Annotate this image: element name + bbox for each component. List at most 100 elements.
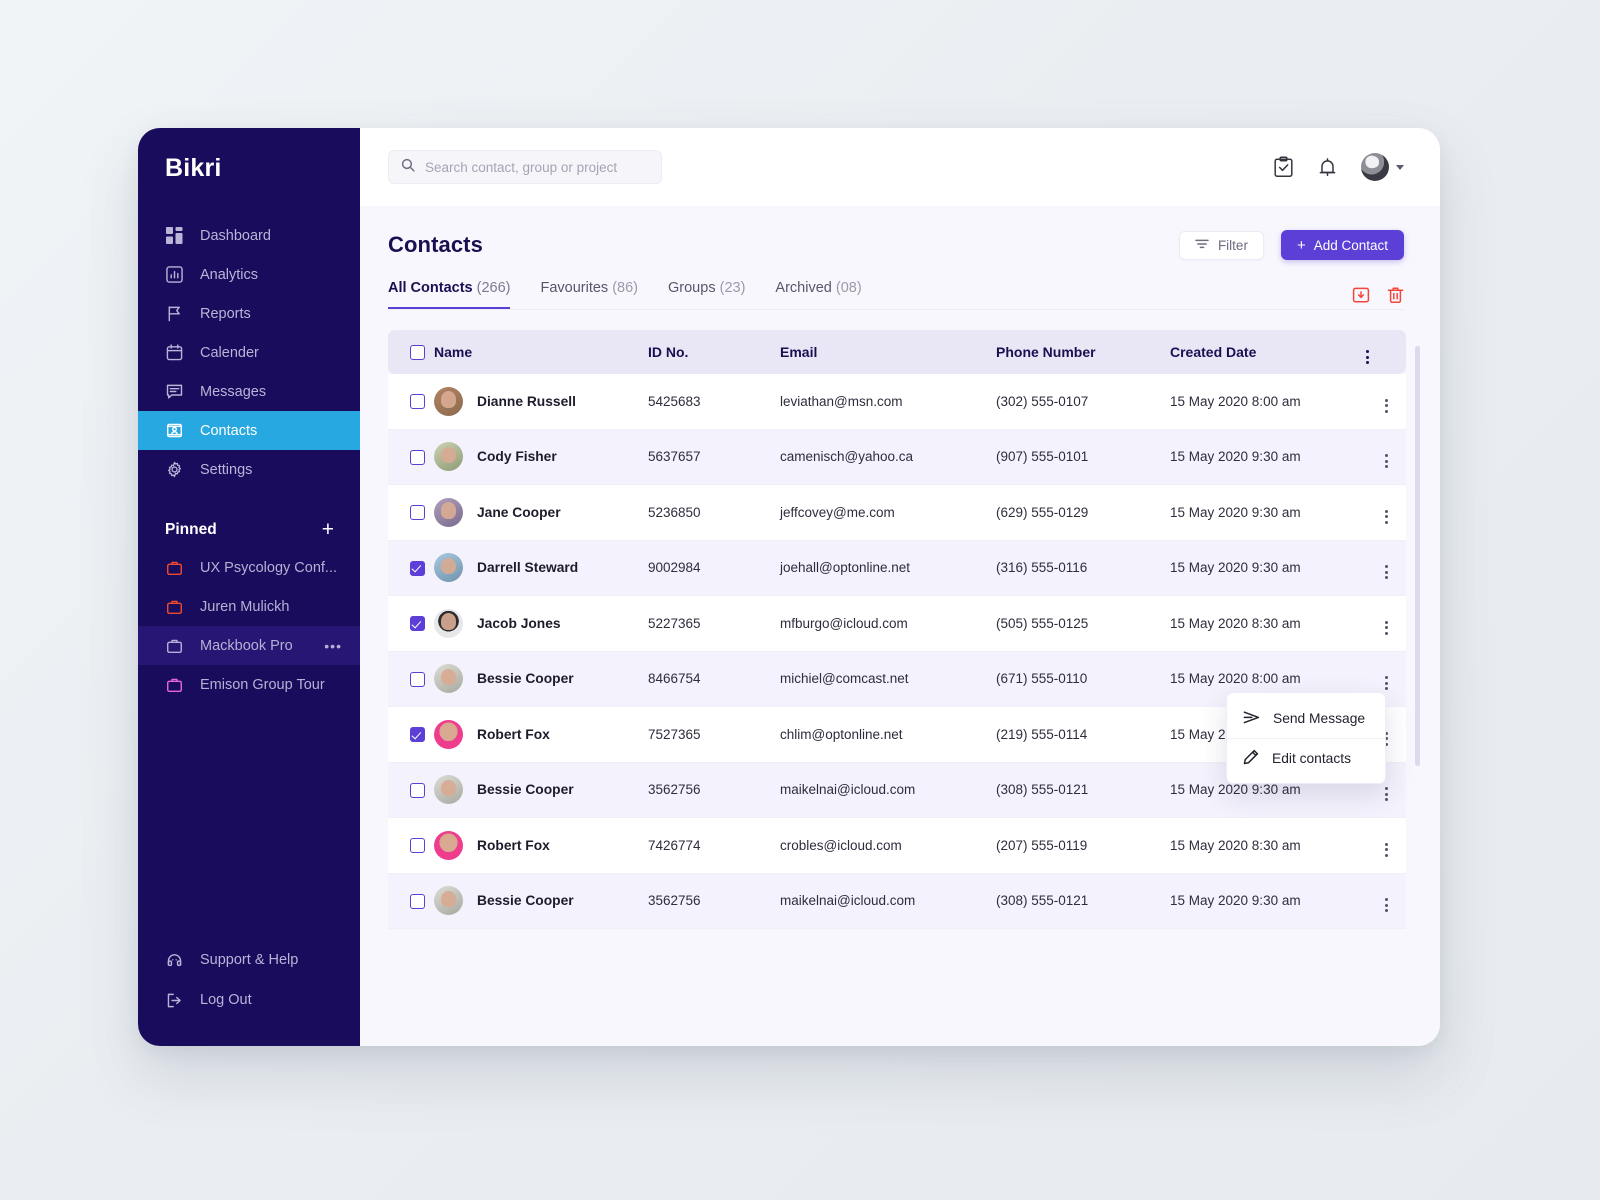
row-checkbox[interactable]: [410, 394, 425, 410]
pinned-item-label: Juren Mulickh: [200, 598, 290, 615]
add-contact-button[interactable]: + Add Contact: [1280, 230, 1404, 260]
cell-id: 3562756: [648, 873, 780, 929]
sidebar-item-label: Messages: [200, 383, 267, 400]
contact-name: Bessie Cooper: [477, 671, 574, 687]
cell-name: Darrell Steward: [434, 540, 648, 596]
table-row[interactable]: Jacob Jones 5227365 mfburgo@icloud.com (…: [388, 596, 1406, 652]
avatar: [434, 386, 463, 416]
contact-name: Bessie Cooper: [477, 893, 574, 909]
sidebar-item-log-out[interactable]: Log Out: [138, 980, 360, 1020]
row-checkbox[interactable]: [410, 449, 425, 465]
sidebar-item-settings[interactable]: Settings: [138, 450, 360, 489]
column-header-id[interactable]: ID No.: [648, 330, 780, 374]
table-row[interactable]: Darrell Steward 9002984 joehall@optonlin…: [388, 540, 1406, 596]
column-header-email[interactable]: Email: [780, 330, 996, 374]
table-row[interactable]: Cody Fisher 5637657 camenisch@yahoo.ca (…: [388, 429, 1406, 485]
table-header-row: Name ID No. Email Phone Number Created D…: [388, 330, 1406, 374]
row-options-icon[interactable]: [1384, 620, 1388, 635]
row-checkbox[interactable]: [410, 838, 425, 854]
pinned-item-juren-mulickh[interactable]: Juren Mulickh: [138, 587, 360, 626]
cell-name: Cody Fisher: [434, 429, 648, 485]
user-menu[interactable]: [1361, 153, 1404, 181]
vertical-scrollbar[interactable]: [1415, 346, 1420, 766]
table-row[interactable]: Dianne Russell 5425683 leviathan@msn.com…: [388, 374, 1406, 430]
row-checkbox[interactable]: [410, 560, 425, 576]
contacts-table: Name ID No. Email Phone Number Created D…: [388, 330, 1406, 929]
cell-id: 5236850: [648, 485, 780, 541]
tasks-clipboard-icon[interactable]: [1273, 156, 1294, 178]
cell-email: mfburgo@icloud.com: [780, 596, 996, 652]
tab-all-contacts[interactable]: All Contacts (266): [388, 280, 511, 310]
avatar: [434, 775, 463, 805]
archive-download-icon[interactable]: [1352, 286, 1370, 304]
row-options-icon[interactable]: [1384, 676, 1388, 691]
tab-archived[interactable]: Archived (08): [775, 280, 861, 310]
context-menu-item-edit-contacts[interactable]: Edit contacts: [1227, 738, 1385, 777]
sidebar-item-calender[interactable]: Calender: [138, 333, 360, 372]
cell-date: 15 May 2020 8:00 am: [1170, 374, 1366, 430]
bell-icon[interactable]: [1318, 157, 1337, 178]
cell-id: 3562756: [648, 762, 780, 818]
table-row[interactable]: Bessie Cooper 3562756 maikelnai@icloud.c…: [388, 873, 1406, 929]
pinned-item-emison-group-tour[interactable]: Emison Group Tour: [138, 665, 360, 704]
sidebar-item-contacts[interactable]: Contacts: [138, 411, 360, 450]
dashboard-icon: [165, 226, 184, 245]
row-checkbox[interactable]: [410, 616, 425, 632]
row-options-icon[interactable]: [1384, 898, 1388, 913]
context-menu-item-send-message[interactable]: Send Message: [1227, 699, 1385, 738]
filter-button[interactable]: Filter: [1178, 230, 1264, 260]
row-checkbox[interactable]: [410, 505, 425, 521]
search-box[interactable]: [388, 150, 662, 184]
row-options-icon[interactable]: [1384, 842, 1388, 857]
row-options-icon[interactable]: [1384, 454, 1388, 469]
pinned-item-label: UX Psycology Conf...: [200, 559, 337, 576]
pinned-item-mackbook-pro[interactable]: Mackbook Pro •••: [138, 626, 360, 665]
row-checkbox[interactable]: [410, 893, 425, 909]
cell-email: michiel@comcast.net: [780, 651, 996, 707]
table-options-icon[interactable]: [1366, 350, 1369, 364]
contacts-card-icon: [165, 421, 184, 440]
row-checkbox[interactable]: [410, 671, 425, 687]
sidebar-item-dashboard[interactable]: Dashboard: [138, 216, 360, 255]
column-header-created-date[interactable]: Created Date: [1170, 330, 1366, 374]
search-input[interactable]: [425, 159, 649, 175]
row-checkbox[interactable]: [410, 782, 425, 798]
row-checkbox[interactable]: [410, 727, 425, 743]
row-options-icon[interactable]: [1384, 565, 1388, 580]
contact-name: Robert Fox: [477, 837, 550, 853]
tab-groups[interactable]: Groups (23): [668, 280, 745, 310]
sidebar-item-reports[interactable]: Reports: [138, 294, 360, 333]
tab-favourites[interactable]: Favourites (86): [540, 280, 638, 310]
column-header-phone[interactable]: Phone Number: [996, 330, 1170, 374]
send-arrow-icon: [1243, 710, 1260, 728]
sidebar-item-analytics[interactable]: Analytics: [138, 255, 360, 294]
select-all-checkbox[interactable]: [410, 345, 425, 361]
cell-phone: (671) 555-0110: [996, 651, 1170, 707]
row-select-cell: [388, 429, 434, 485]
column-header-name[interactable]: Name: [434, 330, 648, 374]
table-row[interactable]: Robert Fox 7426774 crobles@icloud.com (2…: [388, 818, 1406, 874]
cell-email: maikelnai@icloud.com: [780, 873, 996, 929]
tab-label: Groups: [668, 280, 716, 296]
cell-name: Jacob Jones: [434, 596, 648, 652]
row-options-icon[interactable]: [1384, 787, 1388, 802]
sidebar-item-messages[interactable]: Messages: [138, 372, 360, 411]
message-icon: [165, 382, 184, 401]
avatar: [434, 886, 463, 916]
delete-trash-icon[interactable]: [1387, 286, 1404, 304]
sidebar-item-support-help[interactable]: Support & Help: [138, 940, 360, 980]
table-row[interactable]: Jane Cooper 5236850 jeffcovey@me.com (62…: [388, 485, 1406, 541]
gear-icon: [165, 460, 184, 479]
cell-phone: (505) 555-0125: [996, 596, 1170, 652]
chevron-down-icon[interactable]: [1396, 164, 1404, 170]
row-options-icon[interactable]: [1384, 398, 1388, 413]
app-window: Bikri Dashboard Analytics Reports Calend…: [138, 128, 1440, 1046]
pinned-item-ux-psycology-conf[interactable]: UX Psycology Conf...: [138, 548, 360, 587]
avatar: [1361, 153, 1389, 181]
pinned-item-more-icon[interactable]: •••: [324, 639, 342, 653]
row-options-icon[interactable]: [1384, 509, 1388, 524]
sidebar-item-label: Reports: [200, 305, 251, 322]
cell-menu: [1366, 540, 1406, 596]
add-pinned-button[interactable]: +: [322, 519, 334, 540]
contact-name: Darrell Steward: [477, 560, 579, 576]
